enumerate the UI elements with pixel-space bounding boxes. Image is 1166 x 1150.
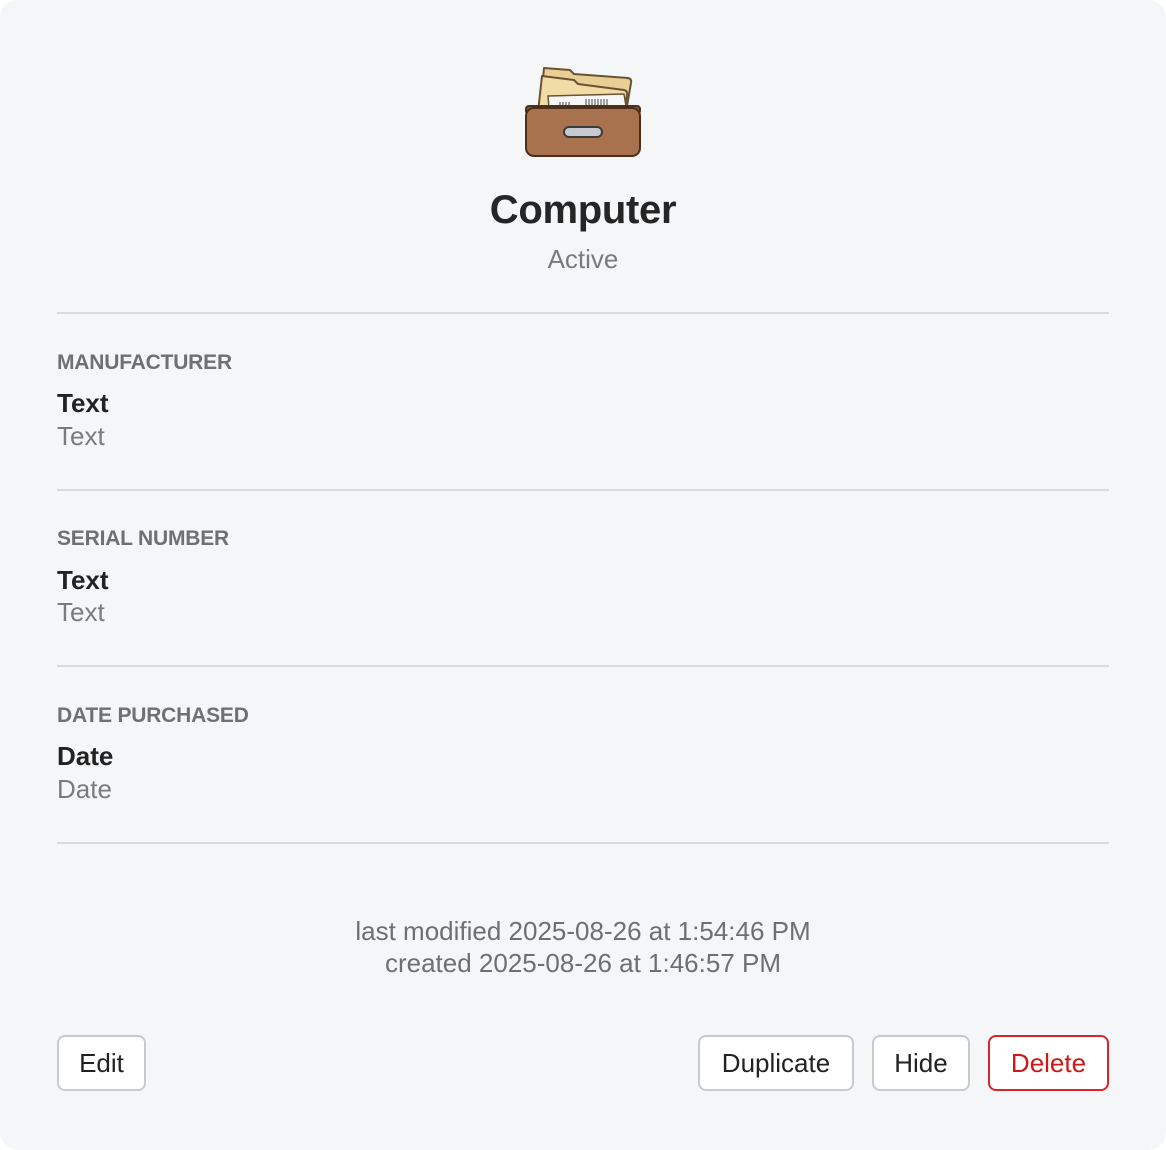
last-modified-timestamp: last modified 2025-08-26 at 1:54:46 PM — [355, 916, 811, 946]
serial-number-value: Text — [57, 565, 109, 595]
file-cabinet-drawer-icon — [520, 62, 646, 162]
date-purchased-type: Date — [57, 774, 112, 804]
divider — [57, 665, 1109, 667]
created-timestamp: created 2025-08-26 at 1:46:57 PM — [384, 948, 782, 978]
divider — [57, 312, 1109, 314]
manufacturer-value: Text — [57, 388, 109, 418]
edit-button[interactable]: Edit — [57, 1035, 146, 1091]
delete-button[interactable]: Delete — [988, 1035, 1109, 1091]
manufacturer-type: Text — [57, 421, 105, 451]
manufacturer-label: MANUFACTURER — [57, 351, 232, 374]
duplicate-button[interactable]: Duplicate — [698, 1035, 854, 1091]
hide-button[interactable]: Hide — [872, 1035, 970, 1091]
item-title: Computer — [489, 188, 677, 232]
serial-number-type: Text — [57, 597, 105, 627]
divider — [57, 842, 1109, 844]
divider — [57, 489, 1109, 491]
item-status: Active — [547, 244, 619, 274]
item-detail-panel: Computer Active MANUFACTURER Text Text S… — [0, 0, 1166, 1150]
serial-number-label: SERIAL NUMBER — [57, 527, 230, 550]
date-purchased-label: DATE PURCHASED — [57, 704, 249, 727]
date-purchased-value: Date — [57, 741, 114, 771]
